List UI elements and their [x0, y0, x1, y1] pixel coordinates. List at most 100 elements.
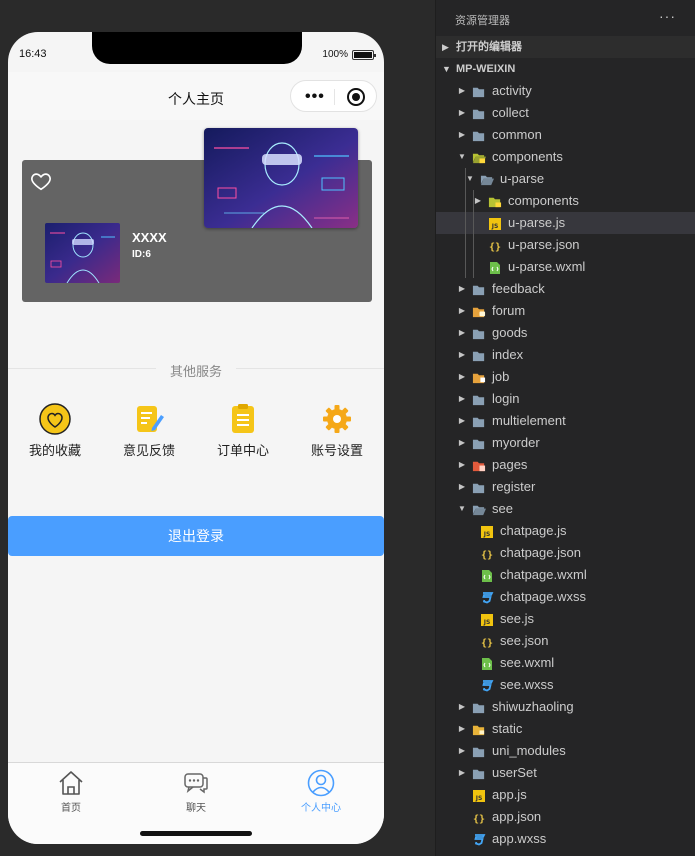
close-miniprogram-icon[interactable] — [347, 88, 365, 106]
folder-row[interactable]: ▶ goods — [436, 322, 695, 344]
tree-item-label: common — [492, 127, 542, 142]
chevron-right-icon[interactable]: ▶ — [456, 102, 468, 124]
chevron-right-icon[interactable]: ▶ — [456, 278, 468, 300]
tab-profile[interactable]: 个人中心 — [281, 769, 361, 814]
more-actions-icon[interactable]: ··· — [659, 8, 676, 24]
file-row[interactable]: see.wxml — [436, 652, 695, 674]
folder-icon — [472, 458, 486, 472]
status-time: 16:43 — [19, 48, 47, 60]
folder-row[interactable]: ▶ components — [436, 190, 695, 212]
logout-button[interactable]: 退出登录 — [8, 516, 384, 556]
chevron-right-icon[interactable]: ▶ — [456, 432, 468, 454]
folder-row[interactable]: ▶ multielement — [436, 410, 695, 432]
wxss-file-icon — [480, 678, 494, 692]
folder-row[interactable]: ▶ register — [436, 476, 695, 498]
service-orders[interactable]: 订单中心 — [203, 402, 283, 459]
chevron-right-icon[interactable]: ▶ — [456, 696, 468, 718]
file-row[interactable]: {} u-parse.json — [436, 234, 695, 256]
folder-row[interactable]: ▶ job — [436, 366, 695, 388]
tree-item-label: chatpage.wxss — [500, 589, 586, 604]
tab-home[interactable]: 首页 — [31, 769, 111, 814]
folder-row[interactable]: ▼ components — [436, 146, 695, 168]
avatar[interactable] — [45, 223, 120, 283]
chevron-right-icon[interactable]: ▶ — [456, 80, 468, 102]
js-file-icon: JS — [480, 612, 494, 626]
folder-row[interactable]: ▼ see — [436, 498, 695, 520]
folder-row[interactable]: ▶ login — [436, 388, 695, 410]
folder-row[interactable]: ▶ static — [436, 718, 695, 740]
favorite-heart-icon[interactable] — [30, 170, 52, 192]
folder-row[interactable]: ▶ common — [436, 124, 695, 146]
chevron-right-icon[interactable]: ▶ — [456, 762, 468, 784]
file-row[interactable]: app.wxss — [436, 828, 695, 850]
folder-row[interactable]: ▶ collect — [436, 102, 695, 124]
file-row[interactable]: {} see.json — [436, 630, 695, 652]
file-row[interactable]: JS chatpage.js — [436, 520, 695, 542]
folder-row[interactable]: ▶ feedback — [436, 278, 695, 300]
service-feedback[interactable]: 意见反馈 — [109, 402, 189, 459]
folder-row[interactable]: ▶ shiwuzhaoling — [436, 696, 695, 718]
user-name: XXXX — [132, 230, 167, 245]
capsule-divider — [334, 89, 335, 105]
battery-fill — [354, 51, 372, 58]
service-settings[interactable]: 账号设置 — [297, 402, 377, 459]
tree-item-label: chatpage.wxml — [500, 567, 587, 582]
folder-icon — [472, 370, 486, 384]
more-dots-icon[interactable]: ••• — [305, 89, 325, 105]
file-row[interactable]: {} app.json — [436, 806, 695, 828]
file-row[interactable]: u-parse.wxml — [436, 256, 695, 278]
json-file-icon: {} — [480, 546, 494, 561]
folder-icon — [472, 700, 486, 714]
file-row[interactable]: chatpage.wxss — [436, 586, 695, 608]
folder-icon — [472, 436, 486, 450]
chevron-right-icon[interactable]: ▶ — [456, 300, 468, 322]
svg-text:{}: {} — [489, 242, 501, 253]
file-row[interactable]: {} chatpage.json — [436, 542, 695, 564]
tree-item-label: userSet — [492, 765, 537, 780]
folder-row[interactable]: ▶ uni_modules — [436, 740, 695, 762]
file-row[interactable]: see.wxss — [436, 674, 695, 696]
folder-icon — [472, 128, 486, 142]
svg-text:JS: JS — [483, 619, 491, 626]
services-grid: 我的收藏 意见反馈 订单中心 账号设置 — [8, 402, 384, 472]
file-row[interactable]: JS app.js — [436, 784, 695, 806]
indent-guide — [465, 168, 466, 278]
json-file-icon: {} — [480, 634, 494, 649]
tree-item-label: login — [492, 391, 520, 406]
folder-open-icon — [480, 172, 494, 186]
open-editors-section[interactable]: ▶ 打开的编辑器 — [436, 36, 695, 58]
chevron-right-icon[interactable]: ▶ — [456, 740, 468, 762]
project-section[interactable]: ▼ MP-WEIXIN — [436, 58, 695, 80]
chevron-right-icon[interactable]: ▶ — [456, 388, 468, 410]
folder-row[interactable]: ▶ activity — [436, 80, 695, 102]
tab-chat[interactable]: 聊天 — [156, 769, 236, 814]
chevron-right-icon[interactable]: ▶ — [456, 410, 468, 432]
folder-row[interactable]: ▶ pages — [436, 454, 695, 476]
chevron-down-icon[interactable]: ▼ — [456, 498, 468, 520]
chevron-right-icon[interactable]: ▶ — [456, 454, 468, 476]
folder-row[interactable]: ▶ userSet — [436, 762, 695, 784]
svg-text:{}: {} — [481, 550, 493, 561]
service-favorites[interactable]: 我的收藏 — [15, 402, 95, 459]
folder-row[interactable]: ▼ u-parse — [436, 168, 695, 190]
chevron-right-icon[interactable]: ▶ — [456, 366, 468, 388]
chevron-right-icon[interactable]: ▶ — [456, 718, 468, 740]
chevron-right-icon[interactable]: ▶ — [456, 322, 468, 344]
file-row[interactable]: JS see.js — [436, 608, 695, 630]
chevron-down-icon[interactable]: ▼ — [456, 146, 468, 168]
folder-row[interactable]: ▶ myorder — [436, 432, 695, 454]
feedback-icon — [137, 406, 164, 432]
chevron-right-icon[interactable]: ▶ — [456, 476, 468, 498]
file-tree: ▶ activity ▶ collect ▶ common ▼ components ▼ u-pa… — [436, 80, 695, 850]
profile-background-image[interactable] — [204, 128, 358, 228]
file-row[interactable]: chatpage.wxml — [436, 564, 695, 586]
file-row[interactable]: JS u-parse.js — [436, 212, 695, 234]
folder-row[interactable]: ▶ forum — [436, 300, 695, 322]
capsule-menu[interactable]: ••• — [290, 80, 377, 112]
chevron-right-icon[interactable]: ▶ — [456, 344, 468, 366]
folder-row[interactable]: ▶ index — [436, 344, 695, 366]
chevron-right-icon[interactable]: ▶ — [456, 124, 468, 146]
tree-item-label: register — [492, 479, 536, 494]
svg-text:{}: {} — [481, 638, 493, 649]
js-file-icon: JS — [472, 788, 486, 802]
